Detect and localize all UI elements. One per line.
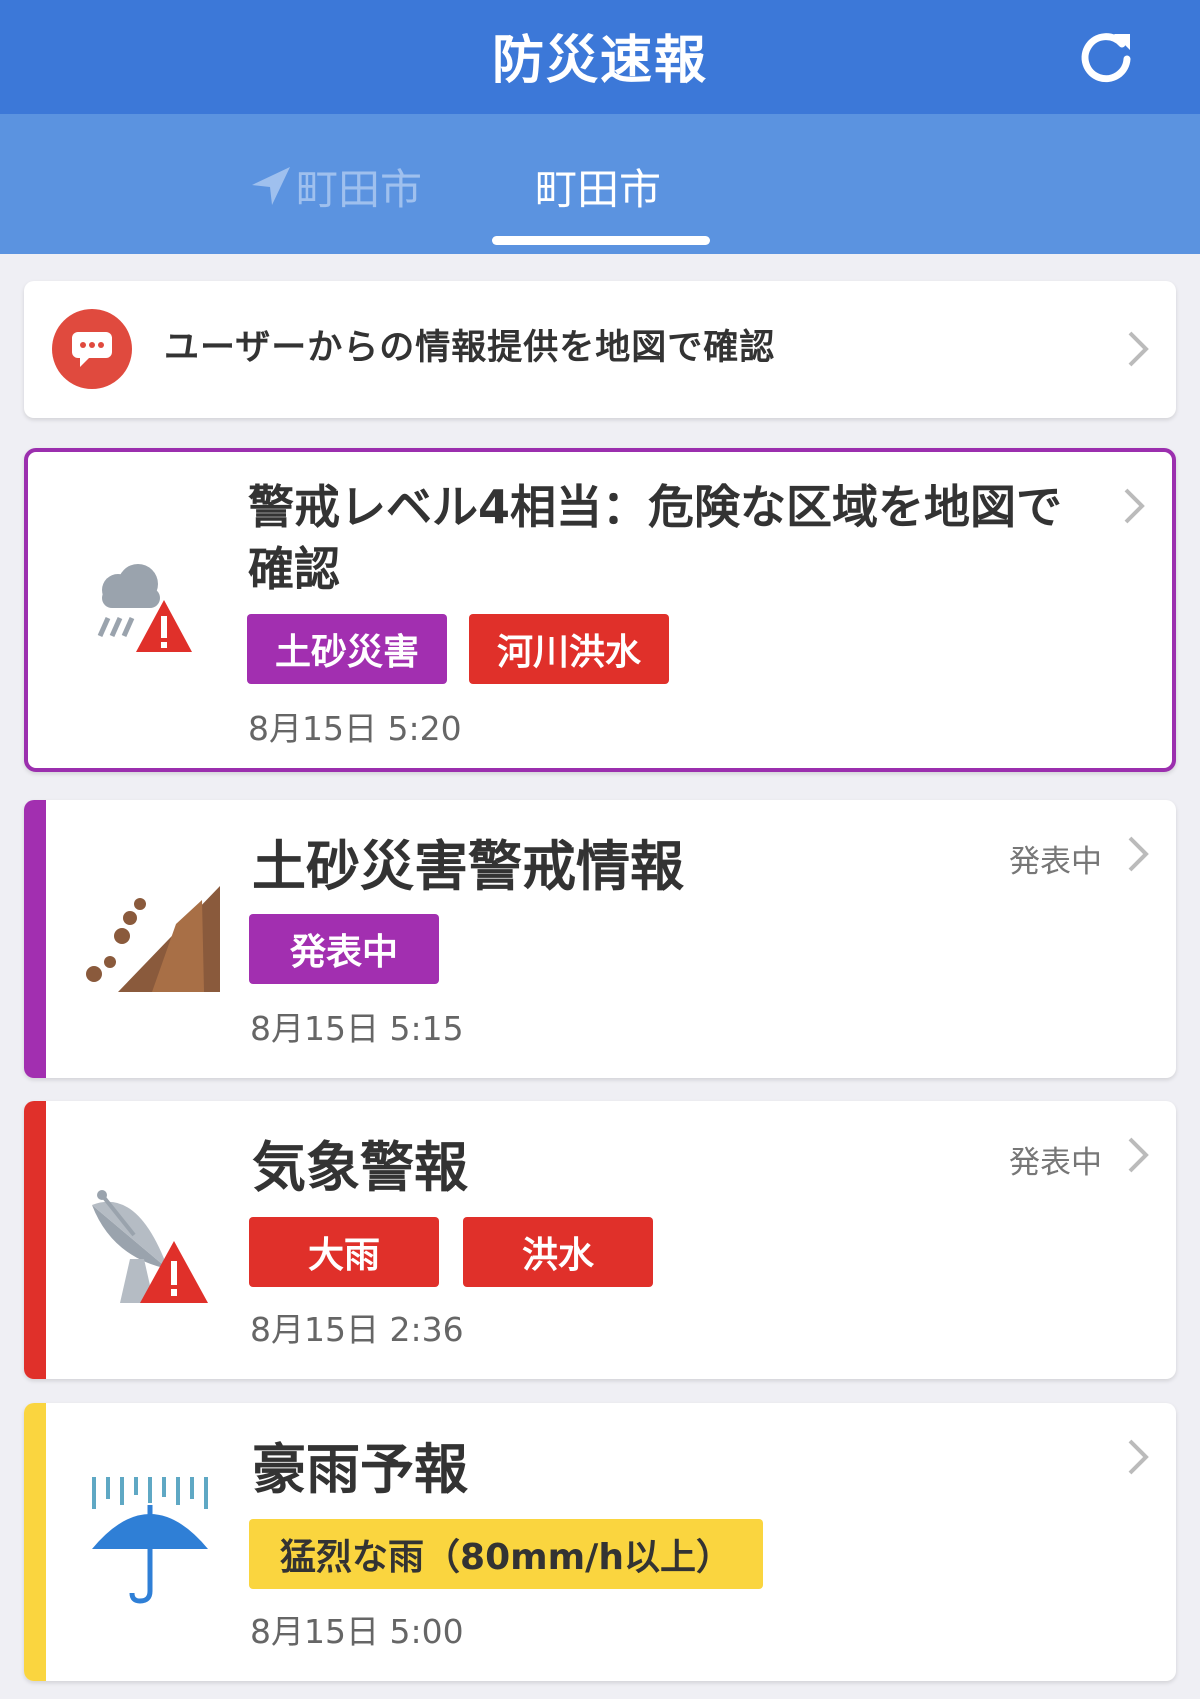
app-header: 防災速報 — [0, 0, 1200, 114]
location-tabbar: 町田市 町田市 — [0, 114, 1200, 254]
status-label: 発表中 — [1009, 1145, 1102, 1181]
tag-intense-rain: 猛烈な雨（80mm/h以上） — [249, 1519, 763, 1589]
chevron-right-icon — [1128, 1137, 1149, 1173]
user-report-card[interactable]: ユーザーからの情報提供を地図で確認 — [24, 281, 1176, 418]
alert-timestamp: 8月15日 5:15 — [250, 1009, 464, 1048]
tab-city[interactable]: 町田市 — [535, 156, 661, 216]
heavy-rain-forecast-card[interactable]: 豪雨予報 猛烈な雨（80mm/h以上） 8月15日 5:00 — [24, 1403, 1176, 1681]
severity-bar — [24, 800, 46, 1078]
umbrella-rain-icon — [88, 1475, 212, 1609]
alert-title-line2: 確認 — [248, 542, 340, 596]
page-title: 防災速報 — [491, 31, 708, 91]
level4-alert-card[interactable]: 警戒レベル4相当：危険な区域を地図で 確認 土砂災害 河川洪水 8月15日 5:… — [24, 448, 1176, 772]
chevron-right-icon — [1128, 1439, 1149, 1475]
chevron-right-icon — [1124, 488, 1145, 524]
chevron-right-icon — [1128, 836, 1149, 872]
tab-current-location-label: 町田市 — [296, 164, 423, 214]
chevron-right-icon — [1128, 331, 1149, 367]
radar-warning-icon — [82, 1177, 212, 1311]
refresh-icon — [1081, 33, 1131, 83]
tag-flood: 洪水 — [463, 1217, 653, 1287]
landslide-warning-card[interactable]: 土砂災害警戒情報 発表中 発表中 8月15日 5:15 — [24, 800, 1176, 1078]
status-label: 発表中 — [1009, 844, 1102, 880]
tag-issued: 発表中 — [249, 914, 439, 984]
alert-title: 警戒レベル4相当：危険な区域を地図で 確認 — [248, 476, 1118, 600]
weather-warning-card[interactable]: 気象警報 発表中 大雨 洪水 8月15日 2:36 — [24, 1101, 1176, 1379]
tab-current-location[interactable]: 町田市 — [250, 156, 422, 216]
alert-title-line1: 警戒レベル4相当：危険な区域を地図で — [248, 480, 1063, 534]
location-arrow-icon — [252, 167, 290, 205]
alert-title: 土砂災害警戒情報 — [252, 835, 684, 898]
tab-selected-indicator — [492, 236, 710, 245]
severity-bar — [24, 1101, 46, 1379]
user-report-label: ユーザーからの情報提供を地図で確認 — [164, 328, 776, 368]
rain-warning-icon — [86, 560, 206, 664]
tag-landslide: 土砂災害 — [247, 614, 447, 684]
chat-bubble-icon — [52, 309, 132, 389]
severity-bar — [24, 1403, 46, 1681]
alert-timestamp: 8月15日 2:36 — [250, 1310, 464, 1349]
refresh-button[interactable] — [1072, 22, 1140, 90]
alert-timestamp: 8月15日 5:00 — [250, 1612, 464, 1651]
tag-heavy-rain: 大雨 — [249, 1217, 439, 1287]
landslide-icon — [80, 884, 220, 998]
alert-title: 豪雨予報 — [252, 1438, 468, 1501]
tab-city-label: 町田市 — [535, 164, 662, 214]
alert-title: 気象警報 — [252, 1136, 468, 1199]
alert-timestamp: 8月15日 5:20 — [248, 709, 462, 748]
tag-river-flood: 河川洪水 — [469, 614, 669, 684]
